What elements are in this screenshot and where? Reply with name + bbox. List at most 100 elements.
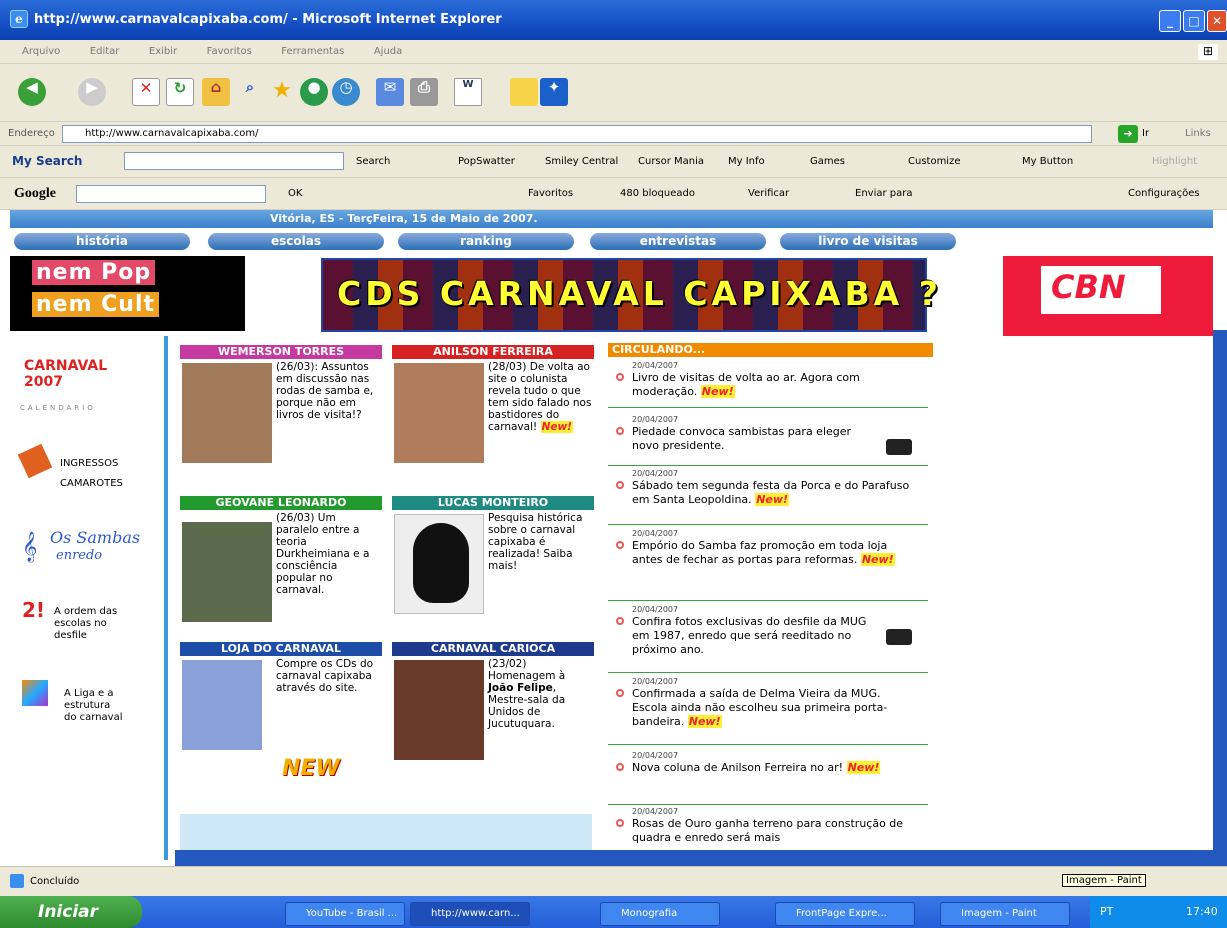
news-item[interactable]: 20/04/2007 Sábado tem segunda festa da Po… bbox=[608, 469, 928, 525]
address-input[interactable]: http://www.carnavalcapixaba.com/ bbox=[62, 125, 1092, 143]
favorites-star-icon[interactable]: ★ bbox=[268, 78, 296, 106]
ordem-link-line3: desfile bbox=[54, 630, 87, 641]
popup-blocked-counter[interactable]: 480 bloqueado bbox=[620, 188, 695, 199]
horizontal-scrollbar[interactable] bbox=[175, 850, 1227, 866]
carnaval-2007-calendario-link[interactable]: CARNAVAL 2007 CALENDÁRIO bbox=[18, 350, 148, 418]
columnist-text: Pesquisa histórica sobre o carnaval capi… bbox=[488, 512, 583, 572]
highlight-button[interactable]: Highlight bbox=[1152, 156, 1197, 167]
my-info-button[interactable]: My Info bbox=[728, 156, 765, 167]
columnist-name: LOJA DO CARNAVAL bbox=[180, 642, 382, 656]
minimize-button[interactable]: _ bbox=[1159, 10, 1181, 32]
language-indicator[interactable]: PT bbox=[1100, 905, 1113, 918]
news-item[interactable]: 20/04/2007 Confirmada a saída de Delma Vi… bbox=[608, 677, 928, 745]
columnist-wemerson[interactable]: WEMERSON TORRES (26/03): Assuntos em dis… bbox=[180, 345, 382, 495]
cds-banner-text: CDS CARNAVAL CAPIXABA ? bbox=[337, 274, 942, 313]
back-icon[interactable]: ◀ bbox=[18, 78, 46, 106]
task-youtube[interactable]: YouTube - Brasil ... bbox=[285, 902, 405, 926]
menu-ajuda[interactable]: Ajuda bbox=[374, 46, 402, 57]
carnaval-carioca[interactable]: CARNAVAL CARIOCA (23/02) Homenagem à Joã… bbox=[392, 642, 594, 792]
my-button[interactable]: My Button bbox=[1022, 156, 1073, 167]
task-paint[interactable]: Imagem - Paint bbox=[940, 902, 1070, 926]
go-label[interactable]: Ir bbox=[1142, 128, 1149, 139]
nem-pop-nem-cult-banner[interactable]: nem Pop nem Cult bbox=[10, 256, 245, 331]
news-item[interactable]: 20/04/2007 Livro de visitas de volta ao a… bbox=[608, 361, 928, 408]
nav-livro-de-visitas[interactable]: livro de visitas bbox=[780, 233, 956, 250]
print-icon[interactable]: ⎙ bbox=[410, 78, 438, 106]
google-favoritos-button[interactable]: Favoritos bbox=[528, 188, 573, 199]
liga-link[interactable]: A Liga e a bbox=[64, 688, 113, 700]
menu-editar[interactable]: Editar bbox=[90, 46, 120, 57]
mysearch-input[interactable] bbox=[124, 152, 344, 170]
ingressos-link[interactable]: INGRESSOS bbox=[60, 458, 118, 470]
enviar-para-button[interactable]: Enviar para bbox=[855, 188, 913, 199]
news-date: 20/04/2007 bbox=[632, 415, 679, 424]
nav-ranking[interactable]: ranking bbox=[398, 233, 574, 250]
google-ok-button[interactable]: OK bbox=[288, 188, 302, 199]
home-icon[interactable]: ⌂ bbox=[202, 78, 230, 106]
go-button[interactable]: ➜ bbox=[1118, 125, 1138, 143]
verificar-button[interactable]: Verificar bbox=[748, 188, 789, 199]
customize-button[interactable]: Customize bbox=[908, 156, 961, 167]
forward-icon[interactable]: ▶ bbox=[78, 78, 106, 106]
mail-icon[interactable]: ✉ bbox=[376, 78, 404, 106]
messenger-icon[interactable]: ✦ bbox=[540, 78, 568, 106]
menu-arquivo[interactable]: Arquivo bbox=[22, 46, 60, 57]
vertical-scrollbar[interactable] bbox=[1213, 330, 1227, 850]
nav-entrevistas[interactable]: entrevistas bbox=[590, 233, 766, 250]
columnist-anilson[interactable]: ANILSON FERREIRA (28/03) De volta ao sit… bbox=[392, 345, 594, 495]
task-ie[interactable]: http://www.carn... bbox=[410, 902, 530, 926]
bullet-icon bbox=[616, 427, 624, 435]
menu-ferramentas[interactable]: Ferramentas bbox=[281, 46, 344, 57]
search-button[interactable]: Search bbox=[356, 156, 390, 167]
google-logo: Google bbox=[14, 186, 56, 201]
cbn-banner[interactable]: CBN bbox=[1003, 256, 1213, 336]
refresh-icon[interactable]: ↻ bbox=[166, 78, 194, 106]
tooltip: Imagem - Paint bbox=[1062, 874, 1146, 887]
calendario-label: CALENDÁRIO bbox=[20, 404, 96, 412]
menu-exibir[interactable]: Exibir bbox=[149, 46, 177, 57]
ordem-link[interactable]: A ordem das bbox=[54, 606, 117, 618]
bottom-photo-strip[interactable] bbox=[180, 814, 592, 854]
columnist-text: (23/02) Homenagem à João Felipe, Mestre-… bbox=[488, 658, 592, 730]
start-button[interactable]: Iniciar bbox=[0, 896, 142, 928]
news-item[interactable]: 20/04/2007 Confira fotos exclusivas do de… bbox=[608, 605, 928, 673]
standard-toolbar: ◀ ▶ ✕ ↻ ⌂ ⌕ ★ ● ◷ ✉ ⎙ W ✦ bbox=[0, 64, 1227, 122]
columnist-geovane[interactable]: GEOVANE LEONARDO (26/03) Um paralelo ent… bbox=[180, 496, 382, 646]
google-search-input[interactable] bbox=[76, 185, 266, 203]
nav-historia[interactable]: história bbox=[14, 233, 190, 250]
status-text: Concluído bbox=[30, 876, 80, 887]
search-icon[interactable]: ⌕ bbox=[236, 78, 264, 106]
page-icon bbox=[10, 874, 24, 888]
address-label: Endereço bbox=[8, 128, 55, 139]
taskbar: Iniciar YouTube - Brasil ... http://www.… bbox=[0, 896, 1227, 928]
camarotes-link[interactable]: CAMAROTES bbox=[60, 478, 123, 490]
close-button[interactable]: ✕ bbox=[1207, 10, 1227, 32]
maximize-button[interactable]: □ bbox=[1183, 10, 1205, 32]
popswatter-button[interactable]: PopSwatter bbox=[458, 156, 515, 167]
games-button[interactable]: Games bbox=[810, 156, 845, 167]
stop-icon[interactable]: ✕ bbox=[132, 78, 160, 106]
word-edit-icon[interactable]: W bbox=[454, 78, 482, 106]
loja-do-carnaval[interactable]: LOJA DO CARNAVAL Compre os CDs do carnav… bbox=[180, 642, 382, 792]
history-icon[interactable]: ◷ bbox=[332, 78, 360, 106]
clock[interactable]: 17:40 bbox=[1186, 905, 1218, 918]
news-item[interactable]: 20/04/2007 Nova coluna de Anilson Ferreir… bbox=[608, 751, 928, 805]
menu-bar: Arquivo Editar Exibir Favoritos Ferramen… bbox=[0, 40, 1227, 64]
media-icon[interactable]: ● bbox=[300, 78, 328, 106]
task-monografia[interactable]: Monografia bbox=[600, 902, 720, 926]
news-item[interactable]: 20/04/2007 Empório do Samba faz promoção … bbox=[608, 529, 928, 601]
cds-carnaval-banner[interactable]: CDS CARNAVAL CAPIXABA ? bbox=[321, 258, 938, 332]
columnist-name: WEMERSON TORRES bbox=[180, 345, 382, 359]
task-frontpage[interactable]: FrontPage Expre... bbox=[775, 902, 915, 926]
nav-escolas[interactable]: escolas bbox=[208, 233, 384, 250]
menu-favoritos[interactable]: Favoritos bbox=[207, 46, 252, 57]
folder-icon[interactable] bbox=[510, 78, 538, 106]
columnist-lucas[interactable]: LUCAS MONTEIRO Pesquisa histórica sobre … bbox=[392, 496, 594, 646]
bullet-icon bbox=[616, 819, 624, 827]
configuracoes-button[interactable]: Configurações bbox=[1128, 188, 1200, 199]
news-item[interactable]: 20/04/2007 Piedade convoca sambistas para… bbox=[608, 415, 928, 466]
cursor-mania-button[interactable]: Cursor Mania bbox=[638, 156, 704, 167]
smiley-central-button[interactable]: Smiley Central bbox=[545, 156, 618, 167]
links-label[interactable]: Links bbox=[1185, 128, 1211, 139]
os-sambas-link[interactable]: Os Sambas bbox=[50, 528, 140, 547]
